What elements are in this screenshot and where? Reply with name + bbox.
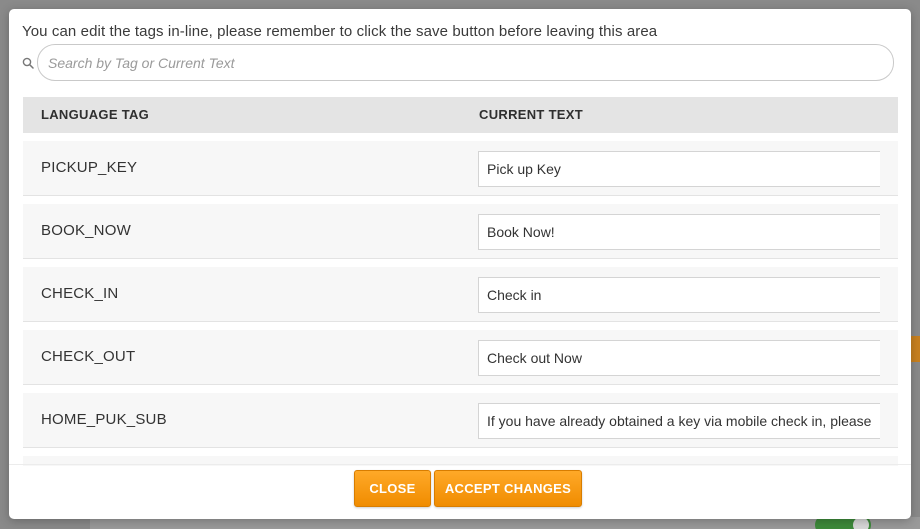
current-text-input[interactable] (478, 151, 880, 187)
language-tag-cell: PICKUP_KEY (41, 159, 138, 176)
table-row: BOOK_NOW (23, 204, 898, 259)
table-row: CHECK_OUT (23, 330, 898, 385)
search-icon (22, 57, 34, 69)
language-tag-cell: BOOK_NOW (41, 222, 131, 239)
current-text-input[interactable] (478, 214, 880, 250)
language-tags-modal: You can edit the tags in-line, please re… (9, 9, 911, 519)
current-text-input[interactable] (478, 340, 880, 376)
language-tag-cell: CHECK_IN (41, 285, 119, 302)
modal-intro-text: You can edit the tags in-line, please re… (22, 23, 658, 40)
tags-table-body[interactable]: PICKUP_KEY BOOK_NOW CHECK_IN CHECK_OUT H… (23, 141, 898, 466)
table-row: CHECK_IN (23, 267, 898, 322)
current-text-input[interactable] (478, 277, 880, 313)
search-bar (20, 44, 894, 81)
close-button[interactable]: CLOSE (354, 470, 431, 507)
column-header-language-tag[interactable]: LANGUAGE TAG (41, 107, 149, 122)
column-header-current-text[interactable]: CURRENT TEXT (479, 107, 583, 122)
current-text-input[interactable] (478, 403, 880, 439)
table-header: LANGUAGE TAG CURRENT TEXT (23, 97, 898, 133)
language-tag-cell: HOME_PUK_SUB (41, 411, 167, 428)
table-row: PICKUP_KEY (23, 141, 898, 196)
footer-divider (9, 464, 911, 465)
accept-changes-button[interactable]: ACCEPT CHANGES (434, 470, 582, 507)
search-input[interactable] (37, 44, 894, 81)
table-row: HOME_PUK_SUB (23, 393, 898, 448)
language-tag-cell: CHECK_OUT (41, 348, 136, 365)
